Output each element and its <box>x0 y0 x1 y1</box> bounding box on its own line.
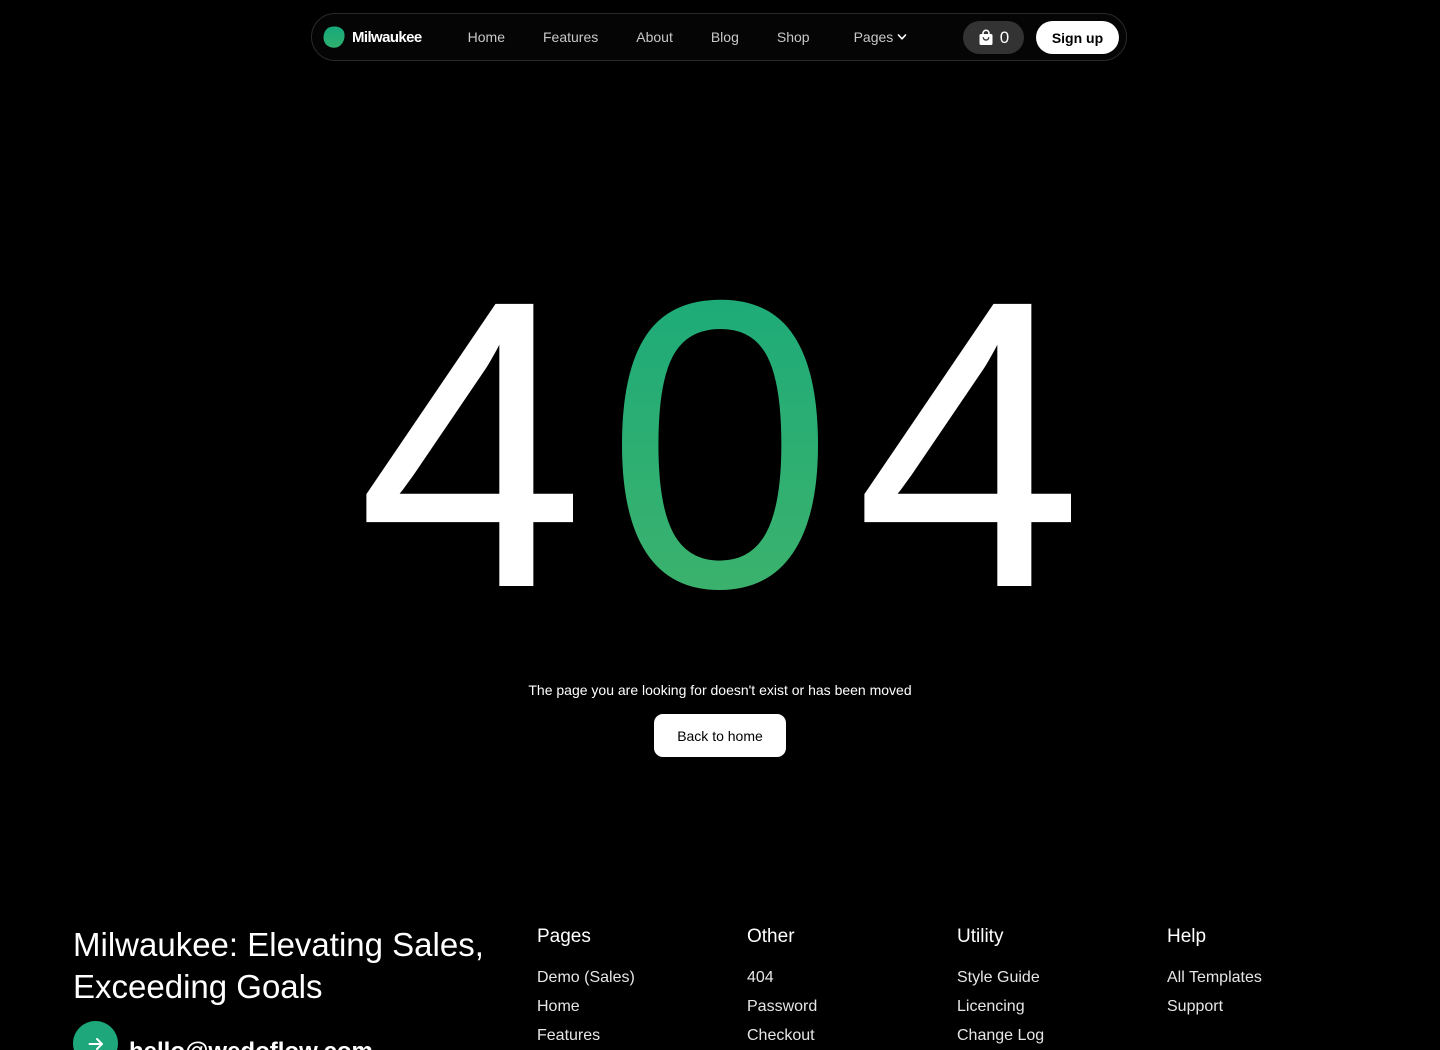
error-digit-left: 4 <box>360 280 585 610</box>
error-code-404: 4 0 4 <box>360 280 1080 610</box>
error-message: The page you are looking for doesn't exi… <box>528 682 912 698</box>
footer-column-other: Other 404 Password Checkout <box>747 926 817 1050</box>
error-digit-middle: 0 <box>606 280 834 610</box>
footer-column-help: Help All Templates Support <box>1167 926 1262 1026</box>
footer-link[interactable]: Checkout <box>747 1026 817 1050</box>
footer-link[interactable]: Change Log <box>957 1026 1044 1050</box>
footer-email: hello@wedoflow.com <box>129 1038 373 1050</box>
footer-link[interactable]: 404 <box>747 968 817 997</box>
arrow-right-icon <box>88 1037 103 1050</box>
footer-link[interactable]: Features <box>537 1026 635 1050</box>
footer-column-pages: Pages Demo (Sales) Home Features <box>537 926 635 1050</box>
page: Milwaukee Home Features About Blog Shop … <box>0 0 1440 1050</box>
footer-tagline: Milwaukee: Elevating Sales, Exceeding Go… <box>73 926 484 1005</box>
error-digit-right: 4 <box>855 280 1080 610</box>
footer-link[interactable]: Style Guide <box>957 968 1044 997</box>
footer-link[interactable]: Licencing <box>957 997 1044 1026</box>
footer-link[interactable]: Password <box>747 997 817 1026</box>
footer-link[interactable]: All Templates <box>1167 968 1262 997</box>
footer-column-title: Help <box>1167 926 1207 947</box>
footer-link[interactable]: Home <box>537 997 635 1026</box>
footer-column-utility: Utility Style Guide Licencing Change Log <box>957 926 1044 1050</box>
footer-column-title: Pages <box>537 926 591 947</box>
footer-column-title: Other <box>747 926 795 947</box>
footer-link[interactable]: Support <box>1167 997 1262 1026</box>
footer-column-title: Utility <box>957 926 1004 947</box>
error-hero: 4 0 4 The page you are looking for doesn… <box>0 0 1440 800</box>
footer-link[interactable]: Demo (Sales) <box>537 968 635 997</box>
footer-email-link[interactable]: hello@wedoflow.com <box>73 1021 373 1050</box>
back-to-home-button[interactable]: Back to home <box>654 714 786 757</box>
email-circle <box>73 1021 118 1050</box>
